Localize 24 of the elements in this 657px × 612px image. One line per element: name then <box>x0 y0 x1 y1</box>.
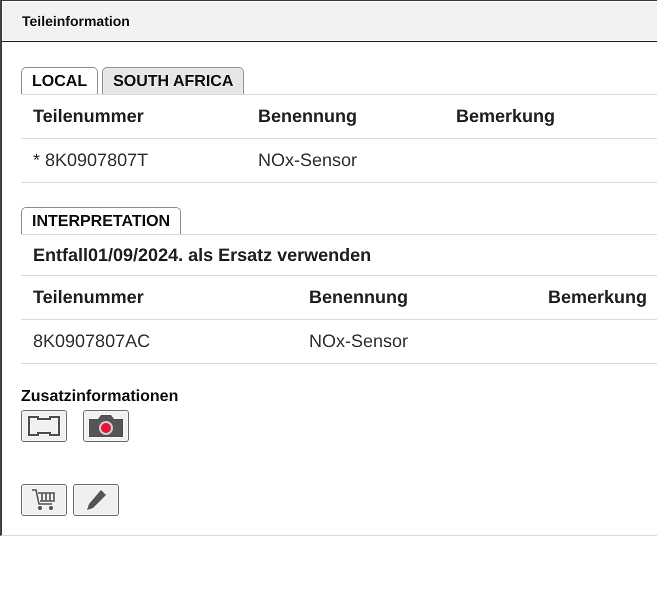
table-cell-text: 8K0907807AC <box>33 331 152 352</box>
pencil-button[interactable] <box>73 484 119 516</box>
column-header: Bemerkung <box>548 287 648 308</box>
window-title: Teileinformation <box>22 13 130 29</box>
frame-icon <box>26 415 62 437</box>
table-cell-text: NOx-Sensor <box>309 331 410 352</box>
table-cell-text: * 8K0907807T <box>33 150 150 171</box>
camera-icon <box>87 414 125 438</box>
camera-button[interactable] <box>83 410 129 442</box>
cart-icon <box>31 488 57 512</box>
column-header: Benennung <box>258 106 358 127</box>
interpretation-note: Entfall01/09/2024. als Ersatz verwenden <box>33 244 372 266</box>
pencil-icon <box>84 488 108 512</box>
cart-button[interactable] <box>21 484 67 516</box>
tab[interactable]: LOCAL <box>21 67 98 94</box>
column-header: Teilenummer <box>33 106 145 127</box>
table-cell-text: NOx-Sensor <box>258 150 358 171</box>
tab[interactable]: SOUTH AFRICA <box>102 67 244 94</box>
section-title: Zusatzinformationen <box>21 388 180 406</box>
tab[interactable]: INTERPRETATION <box>21 207 182 234</box>
column-header: Teilenummer <box>33 287 145 308</box>
column-header: Benennung <box>309 287 409 308</box>
frame-button[interactable] <box>21 410 67 442</box>
column-header: Bemerkung <box>456 106 556 127</box>
